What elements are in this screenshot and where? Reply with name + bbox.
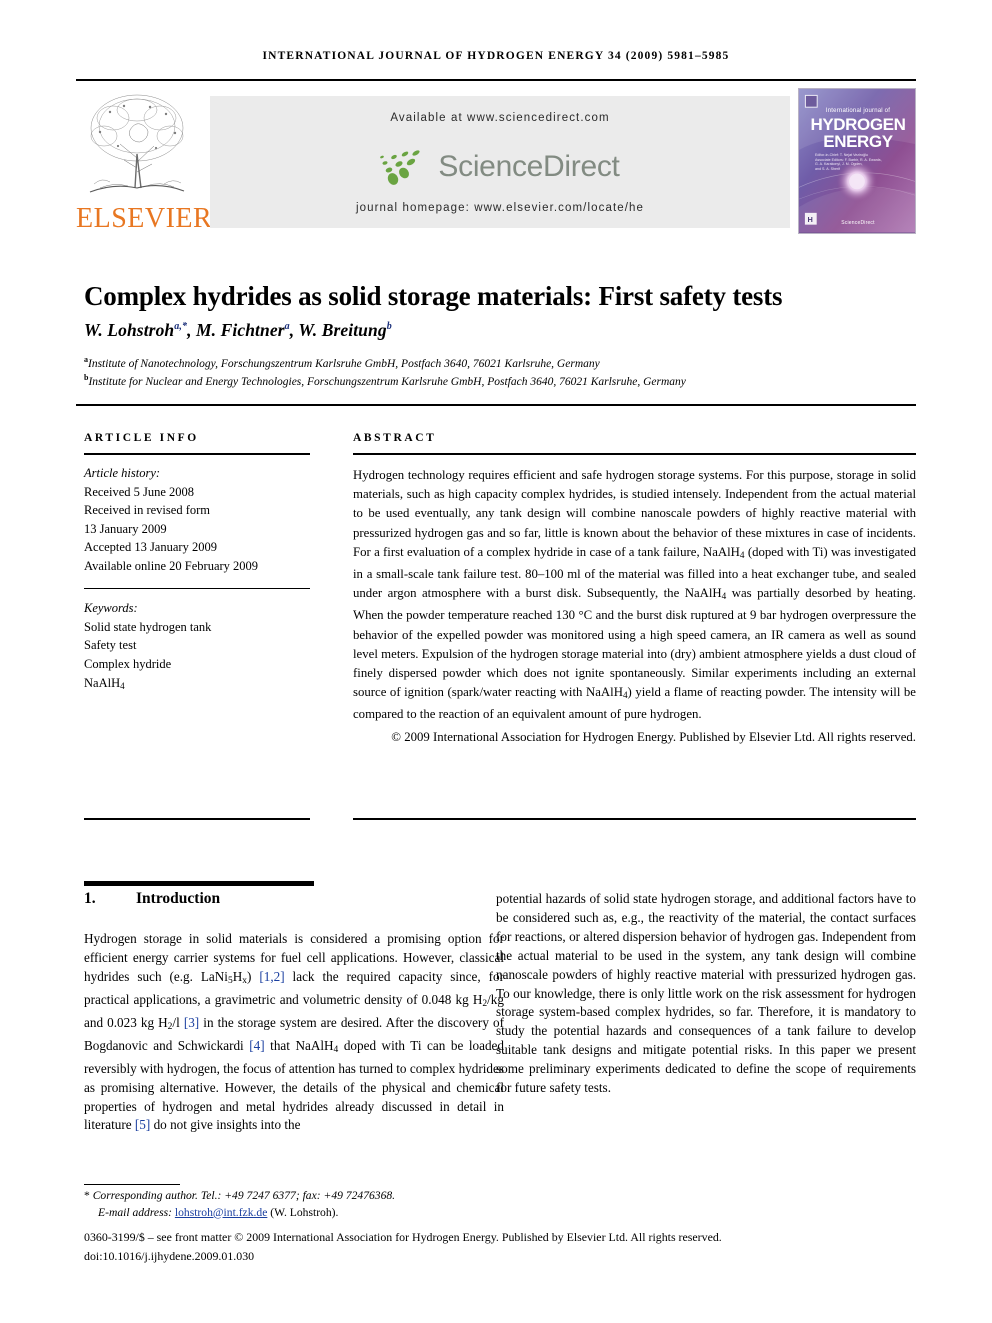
abstract-column: ABSTRACT Hydrogen technology requires ef… (353, 432, 916, 747)
article-info-column: ARTICLE INFO Article history: Received 5… (84, 432, 310, 695)
author-name: W. Breitung (298, 320, 387, 340)
email-note: E-mail address: lohstroh@int.fzk.de (W. … (84, 1205, 914, 1222)
email-label: E-mail address: (98, 1205, 172, 1219)
elsevier-tree-icon (80, 88, 194, 200)
author-name: M. Fichtner (196, 320, 285, 340)
keywords-heading: Keywords: (84, 601, 138, 616)
footnote-block: * Corresponding author. Tel.: +49 7247 6… (84, 1188, 914, 1221)
author-list: W. Lohstroha,*, M. Fichtnera, W. Breitun… (84, 320, 392, 340)
abstract-rule (353, 453, 916, 455)
section-title: Introduction (136, 890, 221, 907)
email-link[interactable]: lohstroh@int.fzk.de (175, 1206, 267, 1219)
asterisk-icon: * (84, 1189, 93, 1202)
journal-article-page: INTERNATIONAL JOURNAL OF HYDROGEN ENERGY… (0, 0, 992, 1323)
affiliation-text: Institute of Nanotechnology, Forschungsz… (88, 357, 600, 370)
author-affiliation-mark: a,* (174, 321, 188, 333)
cover-title-line2: ENERGY (823, 132, 893, 151)
corresponding-author-text: Corresponding author. Tel.: +49 7247 637… (92, 1189, 396, 1202)
article-info-bottom-rule (84, 818, 310, 820)
author-name: W. Lohstroh (84, 320, 175, 340)
keyword-item: NaAlH4 (84, 675, 125, 691)
footnote-divider (84, 1184, 180, 1186)
intro-left-column: Hydrogen storage in solid materials is c… (84, 931, 504, 1133)
abstract-bottom-rule (353, 818, 916, 820)
article-info-rule (84, 453, 310, 455)
author-affiliation-mark: b (386, 321, 392, 333)
section-top-rule (84, 881, 314, 886)
keywords-rule (84, 587, 310, 590)
section-heading: 1. Introduction (84, 890, 504, 908)
sciencedirect-wordmark: ScienceDirect (438, 150, 620, 183)
sciencedirect-logo: ScienceDirect (210, 146, 790, 188)
title-block-divider (76, 404, 916, 406)
article-info-heading: ARTICLE INFO (84, 432, 199, 444)
issn-front-matter: 0360-3199/$ – see front matter © 2009 In… (84, 1230, 722, 1244)
abstract-copyright: © 2009 International Association for Hyd… (391, 729, 916, 744)
keywords-block: Keywords: Solid state hydrogen tank Safe… (84, 599, 310, 695)
email-owner: (W. Lohstroh). (270, 1205, 339, 1219)
running-head: INTERNATIONAL JOURNAL OF HYDROGEN ENERGY… (262, 50, 730, 62)
journal-homepage-text: journal homepage: www.elsevier.com/locat… (355, 202, 645, 214)
cover-title-line1: HYDROGEN (810, 115, 906, 134)
article-history-heading: Article history: (84, 466, 161, 480)
abstract-text: Hydrogen technology requires efficient a… (353, 468, 916, 722)
corresponding-author-note: * Corresponding author. Tel.: +49 7247 6… (84, 1188, 914, 1205)
section-number: 1. (84, 890, 96, 907)
cover-editors: Editor-in-Chief: T. Nejat Veziroğlu Asso… (815, 153, 882, 171)
imprint-block: 0360-3199/$ – see front matter © 2009 In… (84, 1229, 924, 1265)
article-history: Article history: Received 5 June 2008 Re… (84, 464, 310, 576)
keyword-item: Solid state hydrogen tank (84, 619, 212, 634)
sciencedirect-leaf-icon (380, 150, 421, 185)
cover-journal-kicker: International journal of (825, 108, 891, 114)
page-title: Complex hydrides as solid storage materi… (84, 281, 783, 312)
abstract-heading: ABSTRACT (353, 432, 437, 444)
available-at-text: Available at www.sciencedirect.com (390, 112, 610, 124)
author-affiliation-mark: a (284, 321, 290, 333)
doi-text: doi:10.1016/j.ijhydene.2009.01.030 (84, 1248, 255, 1263)
history-item: 13 January 2009 (84, 521, 167, 536)
header-divider (76, 79, 916, 81)
history-item: Received in revised form (84, 503, 210, 518)
cover-sciencedirect-badge: ScienceDirect (841, 220, 875, 226)
keyword-item: Complex hydride (84, 656, 172, 671)
intro-right-column: potential hazards of solid state hydroge… (496, 891, 916, 1096)
affiliation-text: Institute for Nuclear and Energy Technol… (88, 375, 686, 388)
history-item: Received 5 June 2008 (84, 484, 195, 499)
keyword-item: Safety test (84, 638, 137, 653)
elsevier-wordmark: ELSEVIER (76, 203, 213, 234)
elsevier-logo: ELSEVIER (76, 88, 213, 234)
masthead: ELSEVIER Available at www.sciencedirect.… (76, 88, 916, 234)
affiliation-b: bInstitute for Nuclear and Energy Techno… (84, 370, 914, 390)
journal-cover-image: H International journal of HYDROGEN ENER… (798, 88, 916, 234)
history-item: Accepted 13 January 2009 (84, 540, 217, 555)
history-item: Available online 20 February 2009 (84, 558, 259, 573)
sciencedirect-banner: Available at www.sciencedirect.com Scien… (210, 96, 790, 228)
affiliation-a: aInstitute of Nanotechnology, Forschungs… (84, 352, 914, 372)
